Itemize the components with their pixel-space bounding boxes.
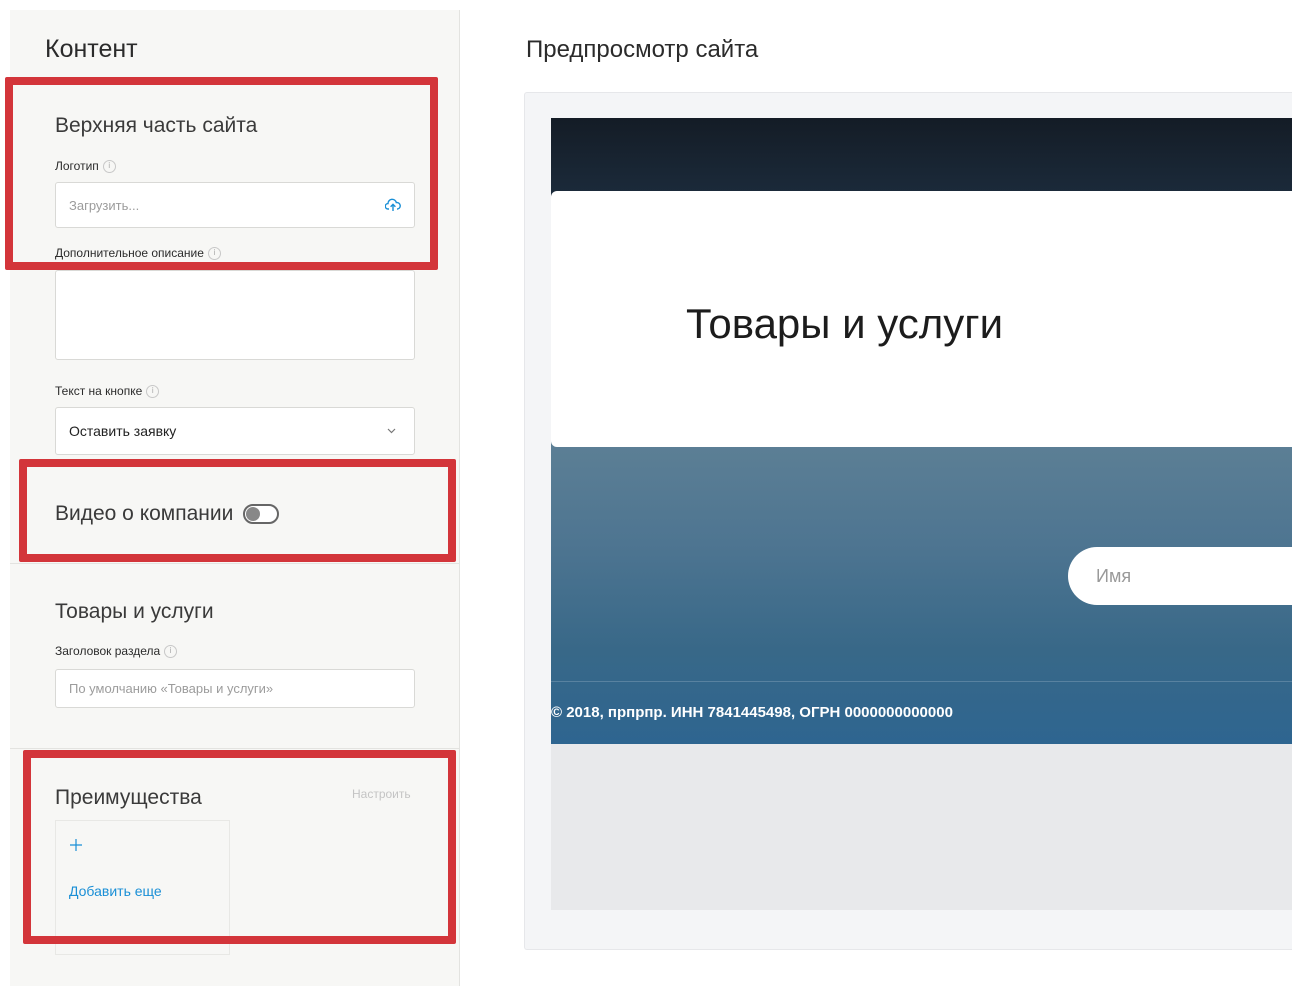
button-text-label-text: Текст на кнопке: [55, 384, 143, 398]
info-icon[interactable]: i: [146, 384, 160, 398]
highlight-box-video: [19, 459, 456, 562]
highlight-box-advantages: [23, 750, 456, 944]
products-section-title: Товары и услуги: [55, 600, 214, 623]
chevron-down-icon: [387, 428, 396, 434]
button-text-label: Текст на кнопке i: [55, 384, 160, 398]
site-footer-divider: [551, 681, 1292, 682]
button-text-value: Оставить заявку: [69, 423, 177, 439]
section-heading-input[interactable]: По умолчанию «Товары и услуги»: [55, 669, 415, 708]
preview-title: Предпросмотр сайта: [526, 36, 759, 63]
section-heading-placeholder: По умолчанию «Товары и услуги»: [69, 681, 274, 696]
site-heading: Товары и услуги: [686, 300, 1004, 347]
description-textarea[interactable]: [55, 270, 415, 360]
info-icon[interactable]: i: [164, 644, 178, 658]
section-divider: [10, 563, 459, 564]
highlight-box-header: [5, 77, 438, 270]
site-preview-bottom: [551, 744, 1292, 910]
site-name-placeholder: Имя: [1096, 565, 1132, 586]
section-heading-label-text: Заголовок раздела: [55, 644, 161, 658]
section-heading-label: Заголовок раздела i: [55, 644, 178, 658]
button-text-select[interactable]: Оставить заявку: [55, 407, 415, 455]
site-footer-text: © 2018, прпрпр. ИНН 7841445498, ОГРН 000…: [551, 704, 953, 721]
sidebar-title: Контент: [45, 35, 138, 63]
site-name-input[interactable]: Имя: [1068, 547, 1292, 605]
section-divider: [10, 748, 459, 749]
